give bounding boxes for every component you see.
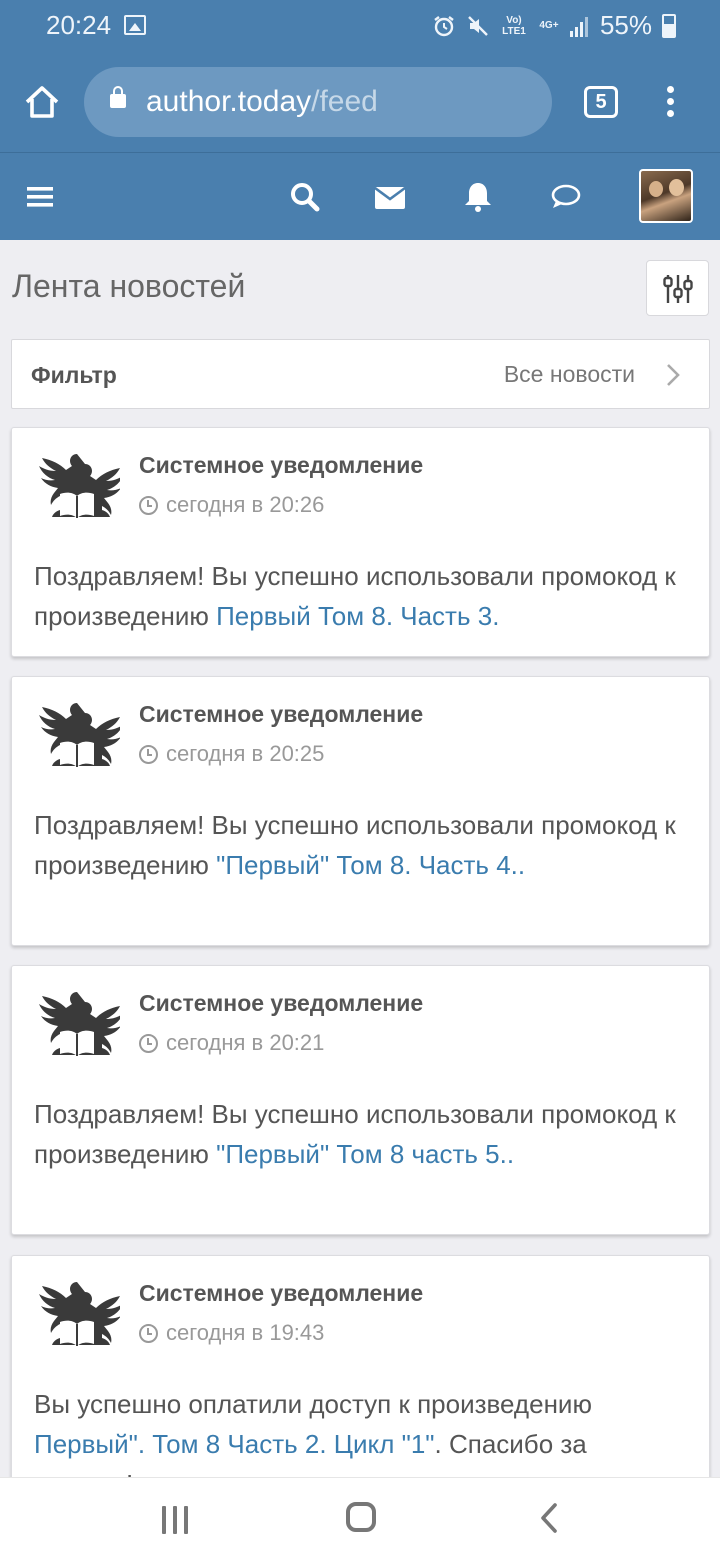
sliders-icon <box>663 275 693 303</box>
message-text: Вы успешно оплатили доступ к произведени… <box>34 1389 592 1419</box>
feed-item: Системное уведомление сегодня в 19:43 Вы… <box>11 1255 710 1495</box>
time-text: сегодня в 19:43 <box>166 1320 325 1345</box>
feed-item-author[interactable]: Системное уведомление <box>139 1280 423 1307</box>
feed-settings-button[interactable] <box>646 260 709 316</box>
network-label: Vo) LTE1 <box>502 14 526 37</box>
feed-item-time: сегодня в 20:25 <box>139 741 324 767</box>
feed-item-time: сегодня в 20:21 <box>139 1030 324 1056</box>
user-avatar[interactable] <box>639 169 693 223</box>
tab-switcher-button[interactable]: 5 <box>584 86 618 118</box>
chat-icon[interactable] <box>548 179 584 215</box>
signal-icon <box>569 16 588 37</box>
network-type: 4G+ <box>539 20 559 31</box>
image-icon <box>124 15 146 35</box>
clock-icon <box>139 495 158 515</box>
feed-item-time: сегодня в 19:43 <box>139 1320 324 1346</box>
time-text: сегодня в 20:25 <box>166 741 325 766</box>
feed-item-time: сегодня в 20:26 <box>139 492 324 518</box>
page-title: Лента новостей <box>12 268 246 304</box>
work-link[interactable]: Первый Том 8. Часть 3. <box>216 601 499 631</box>
url-path: /feed <box>311 85 378 118</box>
site-navbar <box>0 152 720 240</box>
mail-icon[interactable] <box>372 179 408 215</box>
hamburger-icon[interactable] <box>24 179 60 215</box>
eagle-book-logo-icon <box>39 454 120 518</box>
url-text[interactable]: author.today/feed <box>146 85 378 119</box>
feed-item-text: Поздравляем! Вы успешно использовали про… <box>34 805 684 885</box>
work-link[interactable]: "Первый" Том 8 часть 5.. <box>216 1139 514 1169</box>
feed-item-text: Поздравляем! Вы успешно использовали про… <box>34 1094 684 1174</box>
alarm-icon <box>434 15 454 36</box>
feed-item-text: Поздравляем! Вы успешно использовали про… <box>34 556 684 636</box>
home-icon[interactable] <box>22 82 62 122</box>
feed-item: Системное уведомление сегодня в 20:21 По… <box>11 965 710 1235</box>
lock-icon <box>110 86 126 108</box>
back-icon[interactable] <box>538 1502 560 1534</box>
feed-item-author[interactable]: Системное уведомление <box>139 701 423 728</box>
eagle-book-logo-icon <box>39 992 120 1056</box>
chevron-right-icon <box>667 364 680 386</box>
filter-label: Фильтр <box>31 362 117 388</box>
system-navigation-bar <box>0 1477 720 1560</box>
clock-icon <box>139 1323 158 1343</box>
eagle-book-logo-icon <box>39 703 120 767</box>
work-link[interactable]: "Первый" Том 8. Часть 4.. <box>216 850 525 880</box>
time-text: сегодня в 20:26 <box>166 492 325 517</box>
status-bar: 20:24 Vo) LTE1 4G+ 55% <box>0 0 720 52</box>
more-icon[interactable] <box>664 86 676 120</box>
browser-chrome: 20:24 Vo) LTE1 4G+ 55% author.today/feed… <box>0 0 720 152</box>
work-link[interactable]: Первый". Том 8 Часть 2. Цикл "1" <box>34 1429 435 1459</box>
feed-item: Системное уведомление сегодня в 20:26 По… <box>11 427 710 657</box>
filter-value: Все новости <box>503 361 635 387</box>
mute-icon <box>468 15 488 36</box>
clock-icon <box>139 744 158 764</box>
feed-item: Системное уведомление сегодня в 20:25 По… <box>11 676 710 946</box>
status-time: 20:24 <box>46 10 112 40</box>
status-indicators: Vo) LTE1 4G+ 55% <box>432 10 676 41</box>
url-host: author.today <box>146 85 312 118</box>
recent-apps-icon[interactable] <box>160 1506 190 1534</box>
clock-icon <box>139 1033 158 1053</box>
feed-item-author[interactable]: Системное уведомление <box>139 990 423 1017</box>
battery-icon <box>662 13 676 38</box>
bell-icon[interactable] <box>460 179 496 215</box>
feed-filter[interactable]: Фильтр Все новости <box>11 339 710 409</box>
search-icon[interactable] <box>287 179 323 215</box>
eagle-book-logo-icon <box>39 1282 120 1346</box>
address-bar[interactable]: author.today/feed <box>84 67 552 137</box>
home-circle-icon[interactable] <box>346 1502 376 1532</box>
time-text: сегодня в 20:21 <box>166 1030 325 1055</box>
feed-item-author[interactable]: Системное уведомление <box>139 452 423 479</box>
battery-percent: 55% <box>599 10 652 40</box>
